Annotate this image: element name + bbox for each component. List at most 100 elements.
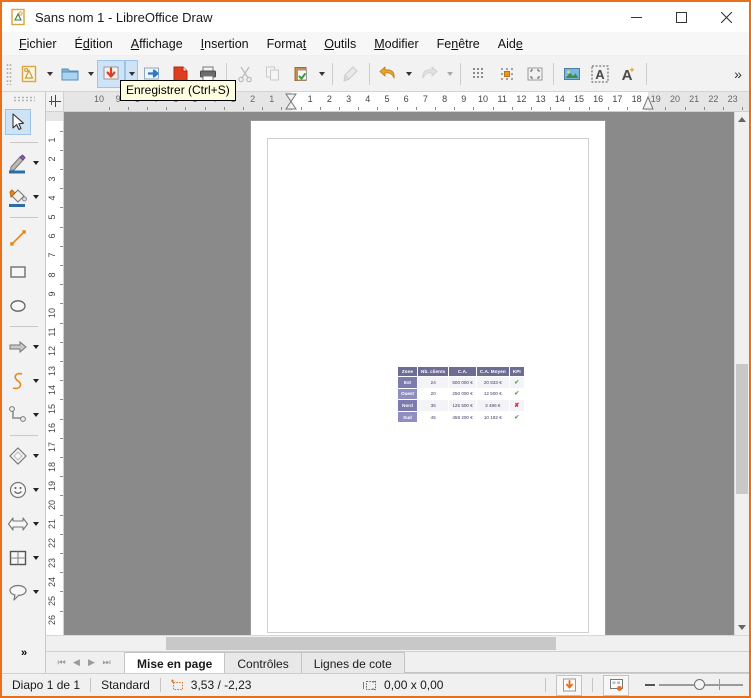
symbol-shapes-dropdown[interactable] (31, 477, 42, 503)
vertical-scrollbar[interactable] (734, 112, 749, 635)
sales-table-object[interactable]: Zone Nb. clients C.A. C.A. Moyen KPI Est… (396, 366, 525, 424)
display-grid-button[interactable] (465, 60, 493, 88)
paste-dropdown[interactable] (315, 60, 328, 88)
menu-edition[interactable]: Édition (66, 34, 122, 54)
curve-tool-dropdown[interactable] (31, 368, 42, 394)
rectangle-tool-button[interactable] (5, 259, 31, 285)
ruler-corner[interactable] (46, 92, 64, 112)
undo-button[interactable] (374, 60, 402, 88)
left-margin-marker[interactable] (285, 93, 297, 110)
basic-shapes-dropdown[interactable] (31, 443, 42, 469)
callout-dropdown[interactable] (31, 579, 42, 605)
line-color-dropdown[interactable] (31, 150, 42, 176)
zoom-slider-track[interactable] (659, 679, 743, 690)
flowchart-button[interactable] (5, 545, 31, 571)
toolbar-grip[interactable] (6, 62, 12, 85)
first-layer-button[interactable]: ⏮ (54, 653, 69, 673)
arrow-tool-button[interactable] (5, 334, 31, 360)
horizontal-scroll-track[interactable] (46, 636, 749, 651)
line-color-button[interactable] (5, 150, 31, 176)
minimize-button[interactable] (614, 2, 659, 32)
clone-formatting-button[interactable] (337, 60, 365, 88)
cell-clients: 24 (417, 376, 450, 389)
page-style[interactable]: Standard (91, 674, 160, 697)
menu-format[interactable]: Format (258, 34, 316, 54)
symbol-shapes-button[interactable] (5, 477, 31, 503)
vertical-scroll-thumb[interactable] (736, 364, 748, 494)
ruler-tick (127, 107, 129, 110)
open-document-dropdown[interactable] (84, 60, 97, 88)
tab-lignes-de-cote[interactable]: Lignes de cote (300, 652, 405, 673)
zoom-slider[interactable] (639, 674, 749, 697)
insert-text-box-button[interactable]: A (586, 60, 614, 88)
insert-fontwork-button[interactable]: A (614, 60, 642, 88)
new-document-button[interactable] (15, 60, 43, 88)
zoom-out-button[interactable] (645, 684, 655, 686)
basic-shapes-button[interactable] (5, 443, 31, 469)
connector-tool-button[interactable] (5, 402, 31, 428)
page-canvas[interactable]: Zone Nb. clients C.A. C.A. Moyen KPI Est… (250, 120, 606, 635)
cell-clients: 45 (417, 410, 450, 424)
redo-dropdown[interactable] (443, 60, 456, 88)
vruler-label: 1 (47, 137, 57, 143)
vruler-label: 6 (47, 233, 57, 239)
menu-outils[interactable]: Outils (315, 34, 365, 54)
scroll-up-arrow[interactable] (735, 112, 749, 127)
paste-button[interactable] (287, 60, 315, 88)
vertical-ruler[interactable]: 1 2 3 4 5 6 7 8 9 10 11 12 13 14 15 16 17 18 19 20 21 22 23 24 2… (46, 112, 64, 635)
open-document-button[interactable] (56, 60, 84, 88)
drawing-work-area[interactable]: Zone Nb. clients C.A. C.A. Moyen KPI Est… (64, 112, 749, 635)
connector-tool-dropdown[interactable] (31, 402, 42, 428)
ruler-label: 20 (669, 94, 681, 104)
zoom-slider-knob[interactable] (694, 679, 706, 690)
cell-ca-moyen: 10 182 € (475, 410, 510, 424)
horizontal-scrollbar[interactable] (46, 635, 749, 651)
menu-fenetre[interactable]: Fenêtre (428, 34, 489, 54)
slide-info: Diapo 1 de 1 (12, 678, 81, 692)
toolbar-separator-6 (646, 62, 647, 85)
block-arrows-dropdown[interactable] (31, 511, 42, 537)
fill-color-button[interactable] (5, 184, 31, 210)
select-tool-button[interactable] (4, 109, 31, 135)
toolbar-separator-5 (553, 62, 554, 85)
copy-button[interactable] (259, 60, 287, 88)
fit-slide-icon[interactable] (603, 674, 629, 696)
helplines-button[interactable] (521, 60, 549, 88)
close-button[interactable] (704, 2, 749, 32)
ellipse-tool-button[interactable] (5, 293, 31, 319)
curve-tool-button[interactable] (5, 368, 31, 394)
menu-fichier[interactable]: Fichier (10, 34, 66, 54)
insert-line-button[interactable] (5, 225, 31, 251)
toolbar-overflow-button[interactable]: » (727, 60, 749, 88)
next-layer-button[interactable]: ▶ (84, 653, 99, 673)
menu-aide[interactable]: Aide (489, 34, 532, 54)
tab-mise-en-page[interactable]: Mise en page (124, 652, 226, 673)
right-margin-marker[interactable] (642, 93, 654, 110)
last-layer-button[interactable]: ⏭ (99, 653, 114, 673)
cell-ca: 125 500 € (448, 399, 477, 412)
menu-insertion[interactable]: Insertion (192, 34, 258, 54)
drawing-toolbar-more-button[interactable]: » (2, 647, 46, 659)
arrow-tool-dropdown[interactable] (31, 334, 42, 360)
redo-button[interactable] (415, 60, 443, 88)
vruler-label: 10 (47, 307, 57, 318)
callout-button[interactable] (5, 579, 31, 605)
menu-affichage[interactable]: Affichage (122, 34, 192, 54)
unsaved-changes-icon[interactable] (556, 674, 582, 696)
vruler-tick (60, 207, 63, 209)
drawing-toolbar-grip[interactable] (12, 96, 35, 102)
maximize-button[interactable] (659, 2, 704, 32)
block-arrows-button[interactable] (5, 511, 31, 537)
new-document-dropdown[interactable] (43, 60, 56, 88)
menu-modifier[interactable]: Modifier (365, 34, 427, 54)
scroll-down-arrow[interactable] (735, 620, 749, 635)
snap-to-grid-button[interactable] (493, 60, 521, 88)
previous-layer-button[interactable]: ◀ (69, 653, 84, 673)
horizontal-scroll-thumb[interactable] (166, 637, 556, 650)
insert-image-button[interactable] (558, 60, 586, 88)
undo-dropdown[interactable] (402, 60, 415, 88)
flowchart-dropdown[interactable] (31, 545, 42, 571)
vruler-label: 20 (47, 499, 57, 510)
fill-color-dropdown[interactable] (31, 184, 42, 210)
tab-controles[interactable]: Contrôles (224, 652, 302, 673)
